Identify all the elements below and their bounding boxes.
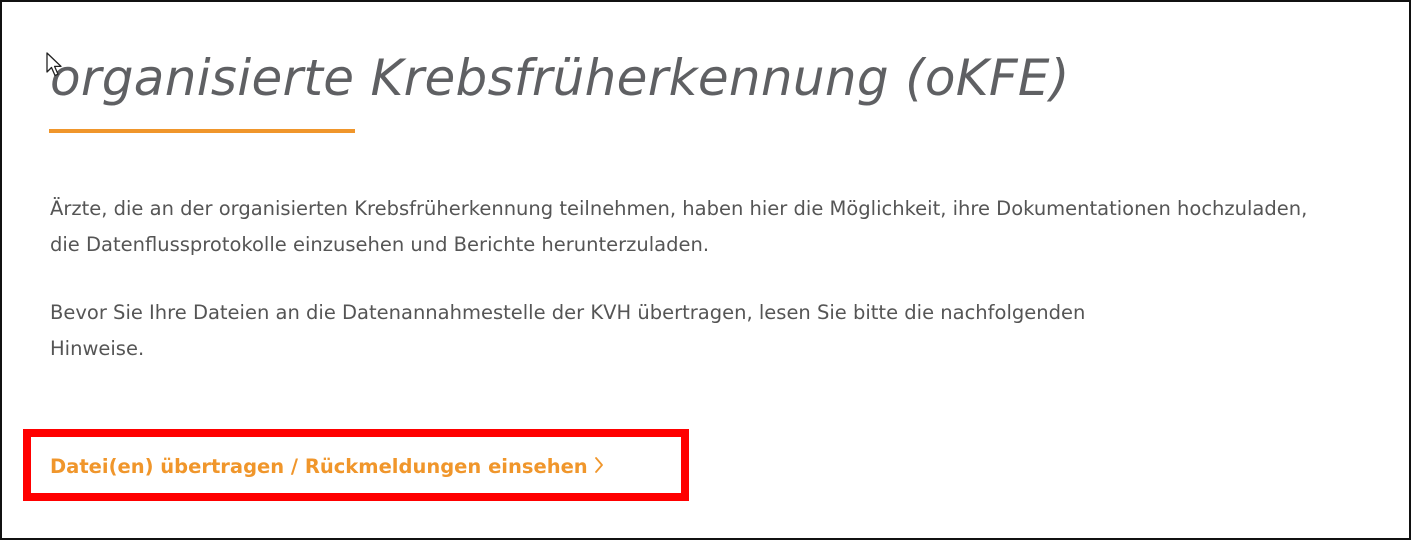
mouse-pointer-icon xyxy=(46,52,62,77)
upload-files-link[interactable]: Datei(en) übertragen / Rückmeldungen ein… xyxy=(50,451,604,484)
notice-paragraph: Bevor Sie Ihre Dateien an die Datenannah… xyxy=(50,301,1086,360)
page-title: organisierte Krebsfrüherkennung (oKFE) xyxy=(50,49,1070,107)
content-panel: organisierte Krebsfrüherkennung (oKFE) Ä… xyxy=(0,0,1411,540)
intro-paragraph: Ärzte, die an der organisierten Krebsfrü… xyxy=(50,197,1308,256)
chevron-right-icon xyxy=(594,452,604,484)
upload-files-link-label: Datei(en) übertragen / Rückmeldungen ein… xyxy=(50,455,588,478)
title-underline xyxy=(49,129,355,133)
